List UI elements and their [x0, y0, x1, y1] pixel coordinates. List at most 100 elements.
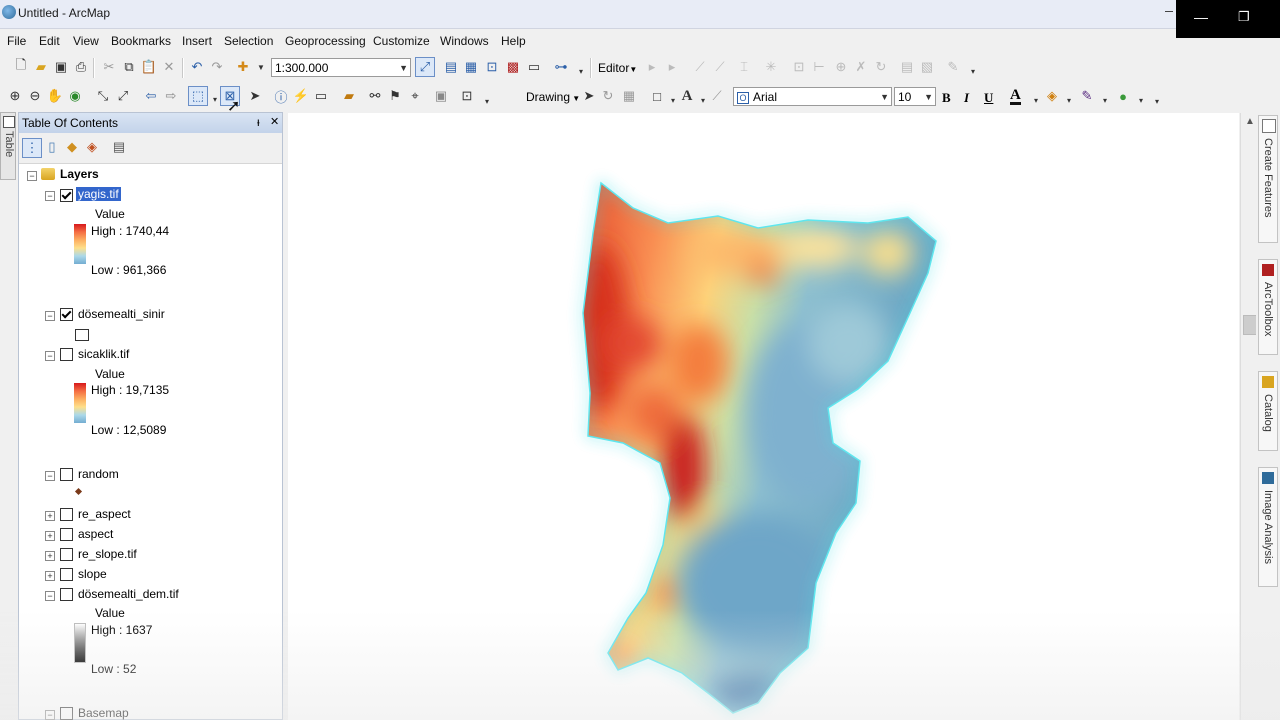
trace-icon[interactable]: ⌶ [735, 58, 753, 76]
layer-name-sicaklik[interactable]: sicaklik.tif [78, 347, 129, 361]
cut-icon[interactable]: ✂ [100, 58, 118, 76]
toc-options-icon[interactable]: ▤ [110, 138, 128, 156]
layer-name-random[interactable]: random [78, 467, 119, 481]
expand-layer-icon[interactable]: + [45, 511, 55, 521]
layer-name-re-slope[interactable]: re_slope.tif [78, 547, 137, 561]
close-toc-button[interactable]: ✕ [270, 115, 279, 128]
menu-insert[interactable]: Insert [182, 34, 212, 48]
find-route-icon[interactable]: ⚑ [386, 87, 404, 105]
time-slider-icon[interactable]: ▣ [432, 87, 450, 105]
python-window-icon[interactable]: ▭ [525, 58, 543, 76]
layer-visibility-checkbox[interactable] [60, 568, 73, 581]
editor-menu-button[interactable]: Editor▼ [598, 61, 637, 75]
layer-name-aspect[interactable]: aspect [78, 527, 113, 541]
scroll-up-icon[interactable]: ▲ [1245, 116, 1255, 127]
layer-visibility-checkbox[interactable] [60, 588, 73, 601]
layer-name-dosemealti-dem[interactable]: dösemealti_dem.tif [78, 587, 179, 601]
sketch-properties-icon[interactable]: ▧ [918, 58, 936, 76]
redo-icon[interactable]: ↷ [208, 58, 226, 76]
layer-name-basemap[interactable]: Basemap [78, 706, 129, 720]
rotate-icon[interactable]: ↻ [872, 58, 890, 76]
search-window-icon[interactable]: ⊡ [483, 58, 501, 76]
font-name-combo[interactable]: O Arial ▼ [733, 87, 892, 106]
map-display[interactable] [288, 113, 1239, 720]
italic-button[interactable]: I [964, 90, 969, 106]
expand-layer-icon[interactable]: + [45, 551, 55, 561]
list-by-visibility-icon[interactable]: ◆ [63, 138, 81, 156]
go-forward-icon[interactable]: ⇨ [162, 87, 180, 105]
layer-visibility-checkbox[interactable] [60, 548, 73, 561]
go-to-xy-icon[interactable]: ⌖ [406, 87, 424, 105]
image-analysis-tab[interactable]: Image Analysis [1258, 467, 1278, 587]
new-document-icon[interactable]: 🗋 [12, 57, 30, 76]
layer-visibility-checkbox[interactable] [60, 189, 73, 202]
toolbar-options-icon[interactable]: ▾ [964, 62, 982, 80]
layers-root-label[interactable]: Layers [60, 167, 99, 181]
attributes-icon[interactable]: ▤ [898, 58, 916, 76]
collapse-layer-icon[interactable]: − [45, 351, 55, 361]
html-popup-icon[interactable]: ▭ [312, 87, 330, 105]
layer-visibility-checkbox[interactable] [60, 468, 73, 481]
menu-file[interactable]: File [7, 34, 26, 48]
list-by-source-icon[interactable]: ▯ [43, 138, 61, 156]
delete-icon[interactable]: ✕ [160, 58, 178, 76]
pin-icon[interactable]: ᵻ [257, 115, 260, 129]
find-binoculars-icon[interactable]: ⚯ [366, 87, 384, 105]
select-elements-icon[interactable]: ➤ [580, 87, 598, 105]
paste-icon[interactable]: 📋 [140, 58, 158, 76]
measure-icon[interactable]: ▰ [340, 87, 358, 105]
model-builder-icon[interactable]: ⊶ [552, 58, 570, 76]
copy-icon[interactable]: ⧉ [120, 58, 138, 76]
menu-selection[interactable]: Selection [224, 34, 273, 48]
arctoolbox-icon[interactable]: ▩ [504, 58, 522, 76]
expand-layer-icon[interactable]: + [45, 571, 55, 581]
menu-geoprocessing[interactable]: Geoprocessing [285, 34, 366, 48]
point-icon[interactable]: ✳ [762, 58, 780, 76]
line-color-dropdown-icon[interactable]: ▾ [1096, 91, 1114, 109]
menu-view[interactable]: View [73, 34, 99, 48]
left-dock-tab[interactable]: Table [0, 112, 16, 180]
minimize-button[interactable]: — [1194, 9, 1208, 25]
layer-name-slope[interactable]: slope [78, 567, 107, 581]
full-extent-globe-icon[interactable]: ◉ [66, 87, 84, 105]
layer-name-dosemealti-sinir[interactable]: dösemealti_sinir [78, 307, 165, 321]
add-data-icon[interactable]: ✚ [234, 58, 252, 76]
restore-button[interactable]: ❐ [1238, 9, 1250, 25]
drawing-menu-button[interactable]: Drawing ▼ [526, 90, 580, 104]
catalog-tab[interactable]: Catalog [1258, 371, 1278, 451]
add-data-dropdown-icon[interactable]: ▼ [252, 58, 270, 76]
collapse-layers-icon[interactable]: − [27, 171, 37, 181]
split-icon[interactable]: ✗ [852, 58, 870, 76]
open-folder-icon[interactable]: ▰ [32, 58, 50, 76]
font-size-combo[interactable]: 10 ▼ [894, 87, 936, 106]
identify-icon[interactable]: ⓘ [272, 87, 290, 105]
print-icon[interactable]: ⎙ [72, 58, 90, 76]
polygon-symbol-swatch[interactable] [75, 329, 89, 341]
viewer-window-icon[interactable]: ⊡ [458, 87, 476, 105]
arctoolbox-tab[interactable]: ArcToolbox [1258, 259, 1278, 355]
toolbar-options-icon[interactable]: ▾ [572, 62, 590, 80]
font-color-button[interactable]: A [1010, 88, 1021, 105]
create-features-tab[interactable]: Create Features [1258, 115, 1278, 243]
list-by-selection-icon[interactable]: ◈ [83, 138, 101, 156]
map-scale-combo[interactable]: 1:300.000 ▼ [271, 58, 411, 77]
editor-toolbar-icon[interactable]: ⤢ [415, 57, 435, 77]
fill-color-bucket-icon[interactable]: ◈ [1043, 87, 1061, 105]
fill-color-dropdown-icon[interactable]: ▾ [1060, 91, 1078, 109]
rotate-element-icon[interactable]: ↻ [599, 87, 617, 105]
line-color-pen-icon[interactable]: ✎ [1078, 87, 1096, 105]
hyperlink-icon[interactable]: ⚡ [292, 87, 310, 105]
minimize-bar-icon[interactable] [1165, 11, 1173, 12]
collapse-layer-icon[interactable]: − [45, 471, 55, 481]
edit-vertices-icon[interactable]: ⊡ [790, 58, 808, 76]
go-back-icon[interactable]: ⇦ [142, 87, 160, 105]
layer-name-yagis[interactable]: yagis.tif [76, 187, 121, 201]
expand-layer-icon[interactable]: + [45, 531, 55, 541]
select-elements-pointer-icon[interactable]: ➤ [246, 87, 264, 105]
menu-edit[interactable]: Edit [39, 34, 60, 48]
collapse-layer-icon[interactable]: − [45, 191, 55, 201]
layer-visibility-checkbox[interactable] [60, 348, 73, 361]
table-of-contents-icon[interactable]: ▤ [442, 58, 460, 76]
menu-help[interactable]: Help [501, 34, 526, 48]
underline-button[interactable]: U [984, 90, 993, 106]
